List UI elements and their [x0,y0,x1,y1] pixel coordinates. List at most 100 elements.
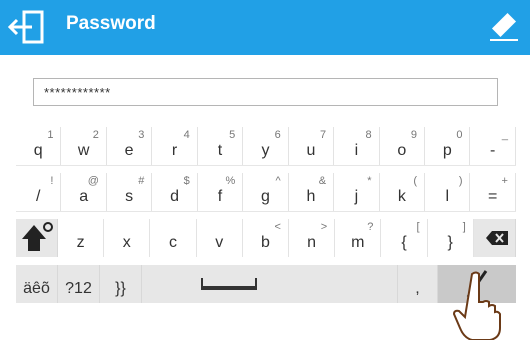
password-field[interactable]: ************ [33,78,498,106]
key-5[interactable]: y6 [243,127,289,165]
key-7[interactable]: i8 [334,127,380,165]
key-secondary-label: > [320,221,328,233]
key-0[interactable]: q1 [16,127,62,165]
key-secondary-label: @ [87,175,99,187]
key-main-label: s [125,188,134,205]
key-main-label: f [217,188,223,205]
key-4[interactable]: f% [197,173,244,211]
key-main-label: { [401,234,407,251]
key-main-label: x [122,234,131,251]
key-0[interactable]: z [58,219,105,257]
key-secondary-label: * [367,175,372,187]
space-key[interactable] [142,265,398,303]
hand-pointer-icon [452,271,501,340]
key-4[interactable]: t5 [197,127,244,165]
symbols-key[interactable]: }} [100,265,142,303]
key-main-label: a [79,188,89,205]
key-main-label: u [306,142,316,159]
key-main-label: z [76,234,85,251]
key-3[interactable]: v [196,219,243,257]
accents-key[interactable]: äêõ [16,265,58,303]
key-6[interactable]: u7 [288,127,335,165]
key-main-label: / [35,188,41,205]
numbers-key[interactable]: ?12 [58,265,100,303]
key-8[interactable]: }] [427,219,474,257]
key-8[interactable]: k( [379,173,426,211]
key-main-label: g [261,188,270,205]
key-secondary-label: 4 [183,129,190,141]
key-main-label: d [170,188,180,205]
key-main-label: b [260,234,270,251]
key-6[interactable]: h & [288,173,335,211]
key-2[interactable]: c [150,219,197,257]
key-secondary-label: ] [462,221,466,233]
shift-key[interactable] [16,219,58,257]
key-secondary-label: 7 [320,129,327,141]
key-secondary-label: # [138,175,145,187]
key-10[interactable]: = + [470,173,516,211]
key-secondary-label: 2 [92,129,99,141]
key-secondary-label: $ [183,175,190,187]
page-title: Password [66,13,156,34]
key-main-label: h [306,188,316,205]
key-secondary-label: ? [367,221,374,233]
key-secondary-label: 8 [365,129,372,141]
key-3[interactable]: d $ [152,173,198,211]
comma-key[interactable]: , [398,265,438,303]
key-5[interactable]: n > [289,219,336,257]
key-secondary-label: ! [50,175,54,187]
key-secondary-label: 3 [138,129,145,141]
key-main-label: t [217,142,223,159]
key-main-label: j [354,188,359,205]
key-main-label: m [351,234,365,251]
key-3[interactable]: r4 [152,127,198,165]
shift-arrow-icon [22,222,53,251]
key-0[interactable]: /! [16,173,62,211]
key-main-label: c [168,234,177,251]
key-main-label: p [442,142,452,159]
key-secondary-label: _ [501,129,508,141]
key-5[interactable]: g ^ [243,173,289,211]
key-main-label: l [445,188,450,205]
key-4[interactable]: b < [242,219,289,257]
key-1[interactable]: w2 [61,127,107,165]
key-7[interactable]: {[ [381,219,428,257]
key-9[interactable]: p0 [425,127,471,165]
back-arrow-icon[interactable] [6,10,50,44]
key-1[interactable]: a @ [61,173,107,211]
key-main-label: } [447,234,453,251]
key-main-label: = [488,188,498,205]
key-secondary-label: % [225,175,236,187]
key-main-label: o [397,142,407,159]
key-1[interactable]: x [104,219,151,257]
password-value: ************ [44,85,111,100]
key-main-label: v [215,234,224,251]
key-main-label: w [77,142,90,159]
key-2[interactable]: s # [106,173,153,211]
backspace-key[interactable] [474,219,516,257]
space-bar-icon [201,278,257,290]
key-main-label: k [397,188,406,205]
key-secondary-label: ) [458,175,463,187]
key-main-label: i [354,142,359,159]
key-secondary-label: [ [416,221,420,233]
key-secondary-label: 5 [229,129,236,141]
key-secondary-label: ^ [275,175,281,187]
key-8[interactable]: o9 [379,127,426,165]
key-main-label: r [171,142,178,159]
on-screen-keyboard: q 1 w 2 e 3 r 4 t 5 y 6 u 7 i 8 o 9 p 0- _ /! a @ s # d $ f% g ^ h & j * k… [16,127,516,303]
key-2[interactable]: e3 [106,127,153,165]
key-main-label: - [490,142,496,159]
key-7[interactable]: j * [334,173,380,211]
key-secondary-label: ( [413,175,418,187]
key-secondary-label: & [318,175,327,187]
key-9[interactable]: l) [425,173,471,211]
key-main-label: n [307,234,317,251]
key-main-label: q [33,142,43,159]
key-secondary-label: + [501,175,508,187]
eraser-icon[interactable] [486,8,522,44]
key-secondary-label: 6 [274,129,281,141]
key-10[interactable]: - _ [470,127,516,165]
key-6[interactable]: m? [335,219,382,257]
key-secondary-label: 0 [456,129,463,141]
